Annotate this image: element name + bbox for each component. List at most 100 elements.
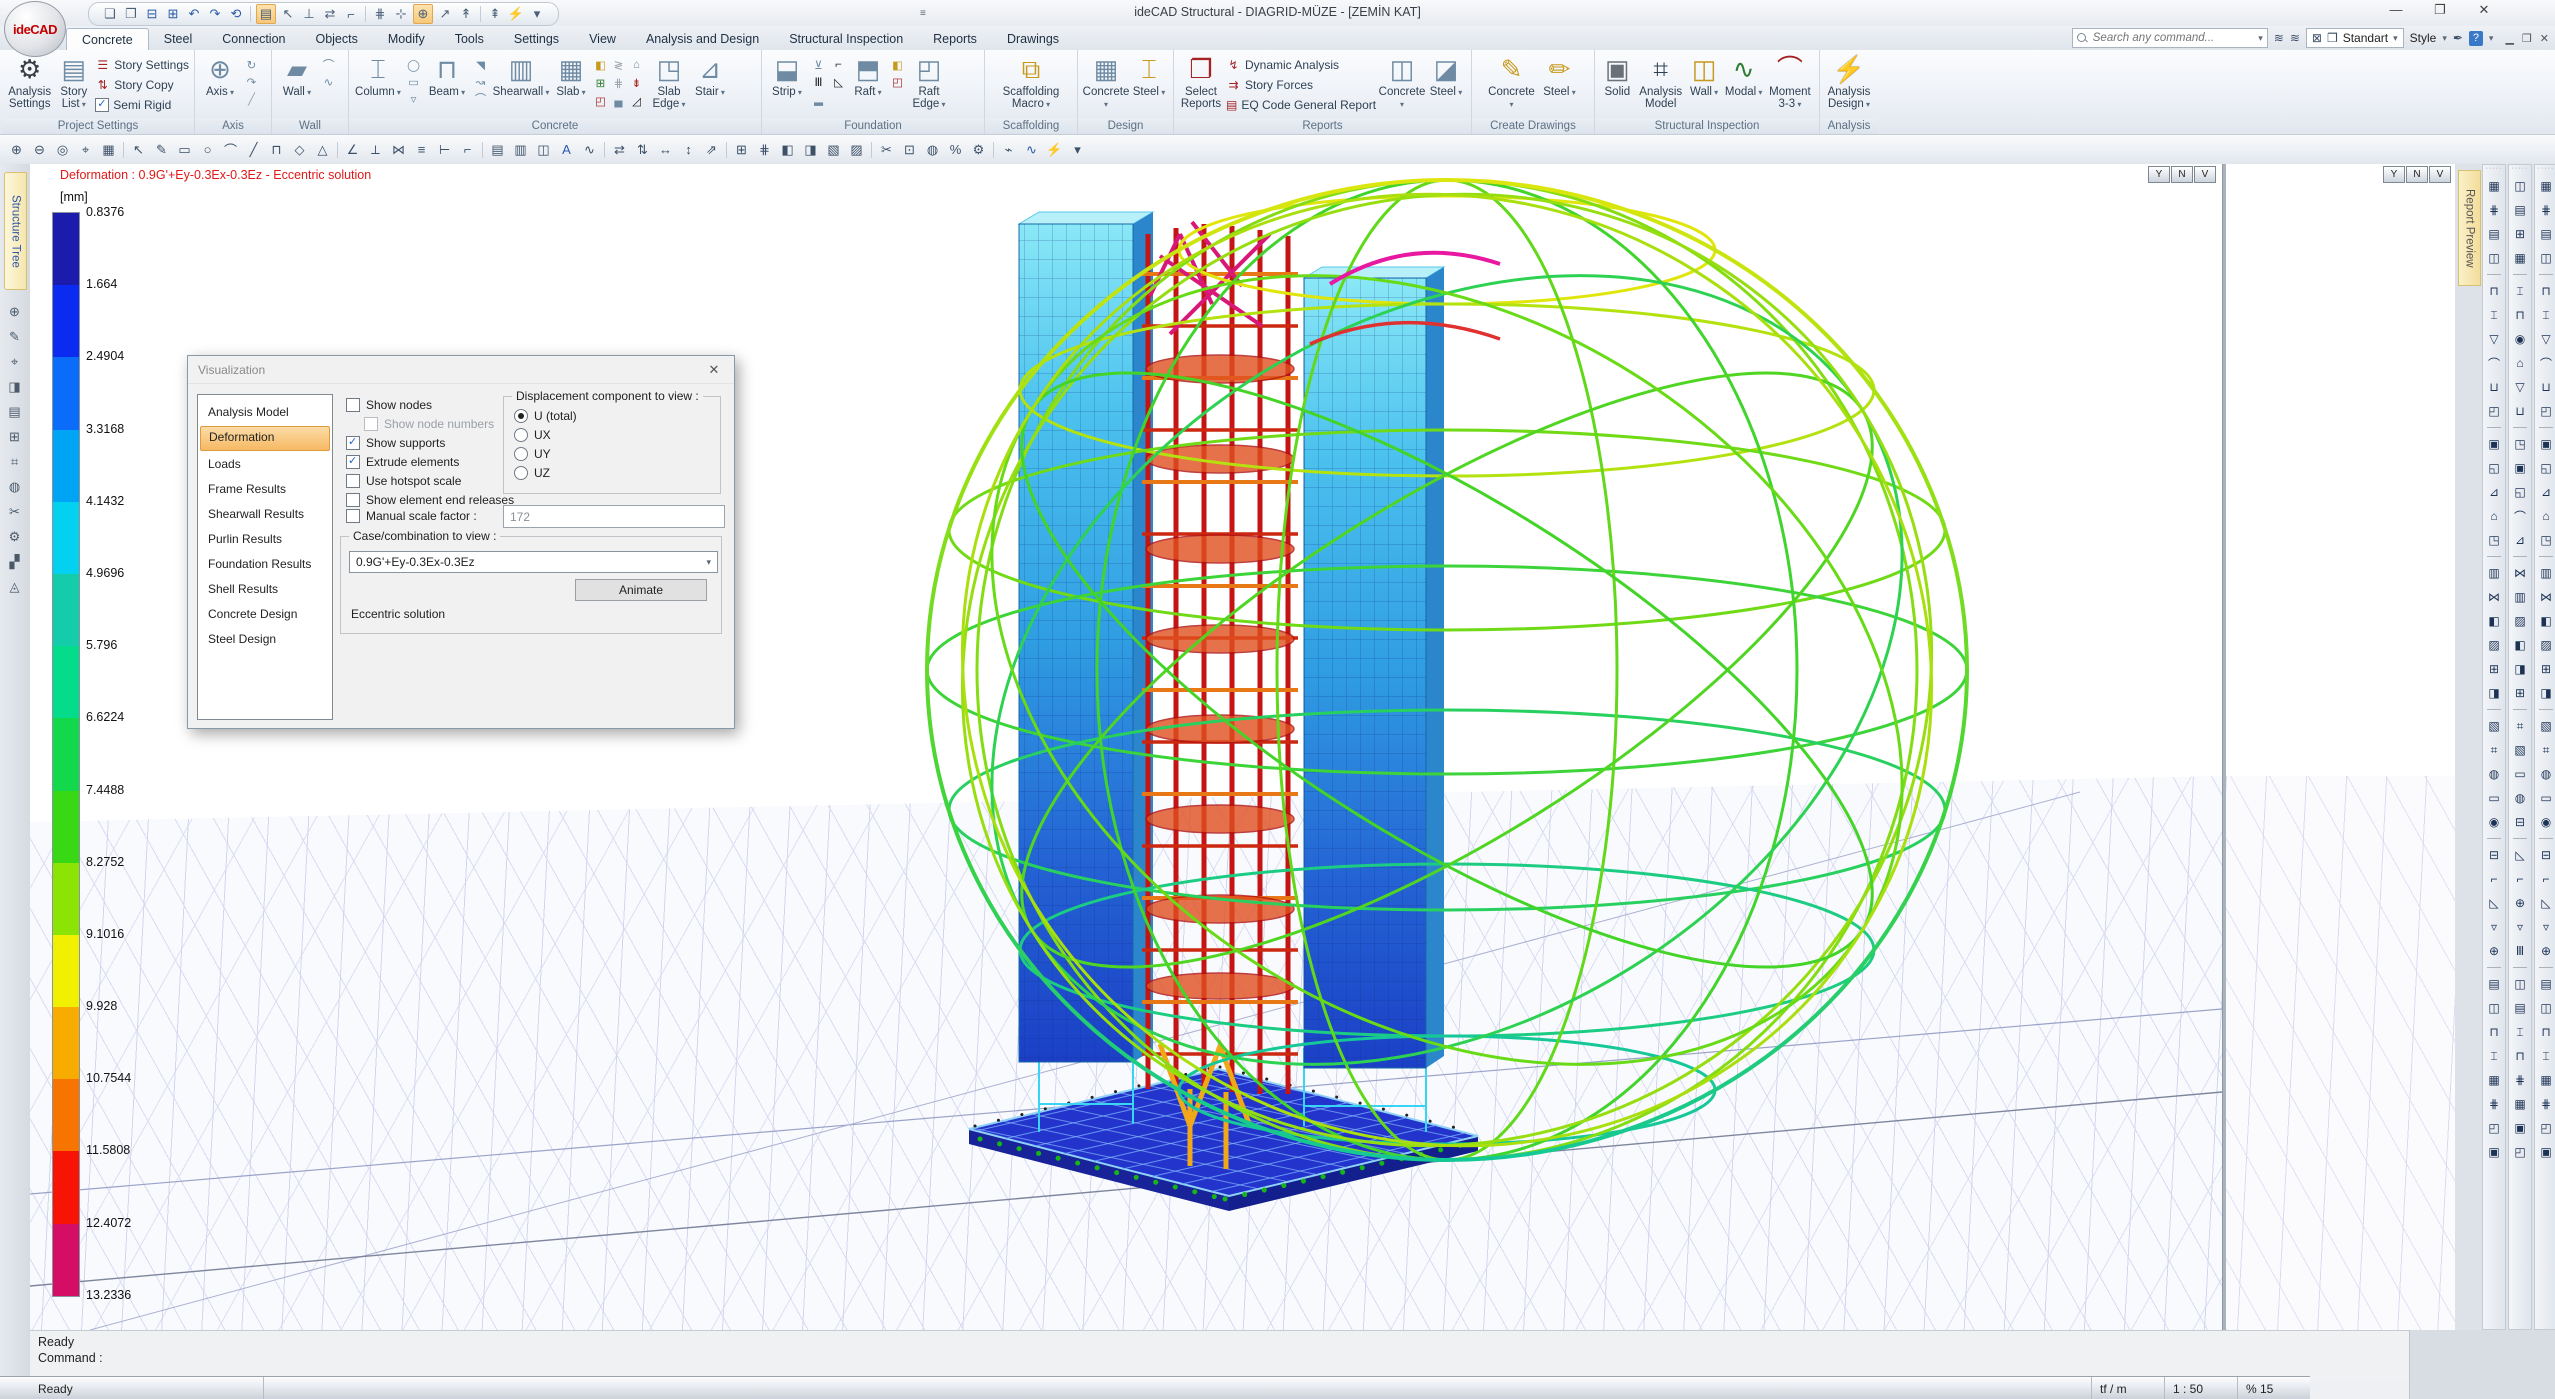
toolbar-icon[interactable]: ⊡ xyxy=(899,139,920,160)
right-toolbar-icon[interactable]: ⌒ xyxy=(2540,351,2552,375)
drawings-concrete-button[interactable]: ✎Concrete xyxy=(1487,53,1537,110)
ribbon-tab[interactable]: View xyxy=(574,28,631,50)
right-toolbar-icon[interactable]: ◫ xyxy=(2488,996,2499,1020)
right-toolbar-icon[interactable]: ⊕ xyxy=(2541,939,2551,963)
search-input[interactable] xyxy=(2091,31,2254,45)
left-toolbar-icon[interactable]: ◍ xyxy=(9,479,20,495)
right-toolbar-icon[interactable]: ▿ xyxy=(2543,915,2549,939)
layers-icon[interactable]: ≋ xyxy=(2274,31,2284,45)
right-toolbar-icon[interactable]: ◍ xyxy=(2541,762,2551,786)
right-toolbar-icon[interactable]: ⌶ xyxy=(2490,1044,2497,1068)
right-toolbar-icon[interactable]: ▽ xyxy=(2489,327,2498,351)
quick-access-icon[interactable]: ⋕ xyxy=(371,5,389,23)
quick-access-icon[interactable]: ▾ xyxy=(528,5,546,23)
displacement-radio[interactable]: UX xyxy=(514,428,577,442)
slab-tool-icon[interactable]: ◰ xyxy=(592,92,609,109)
quick-access-icon[interactable]: ↗ xyxy=(436,5,454,23)
moment-33-button[interactable]: ⌒Moment 3-3 xyxy=(1766,53,1814,110)
manual-scale-input[interactable] xyxy=(503,505,725,528)
right-toolbar-icon[interactable]: ◉ xyxy=(2515,327,2525,351)
right-toolbar-icon[interactable]: ◨ xyxy=(2514,657,2525,681)
ribbon-tab[interactable]: Connection xyxy=(207,28,300,50)
quick-access-icon[interactable]: ❏ xyxy=(101,5,119,23)
right-toolbar-icon[interactable]: ⊓ xyxy=(2541,1020,2550,1044)
inspection-wall-button[interactable]: ◫Wall xyxy=(1687,53,1722,98)
right-toolbar-icon[interactable]: ▿ xyxy=(2517,915,2523,939)
right-toolbar-icon[interactable]: ▤ xyxy=(2540,972,2551,996)
shearwall-button[interactable]: ▥Shearwall xyxy=(492,53,550,98)
right-toolbar-icon[interactable]: ◳ xyxy=(2540,528,2551,552)
option-checkbox[interactable]: Show element end releases xyxy=(346,493,514,506)
left-toolbar-icon[interactable]: ⌖ xyxy=(11,354,18,370)
design-concrete-button[interactable]: ▦Concrete xyxy=(1084,53,1128,110)
quick-access-icon[interactable]: ⇄ xyxy=(321,5,339,23)
case-combination-select[interactable]: 0.9G'+Ey-0.3Ex-0.3Ez ▾ xyxy=(349,551,718,573)
displacement-radio[interactable]: UY xyxy=(514,447,577,461)
option-checkbox[interactable]: Show nodes xyxy=(346,398,514,411)
right-toolbar-icon[interactable] xyxy=(2539,709,2553,710)
right-toolbar-icon[interactable]: ⌒ xyxy=(2488,351,2500,375)
right-toolbar-icon[interactable] xyxy=(2539,274,2553,275)
right-toolbar-icon[interactable]: ◫ xyxy=(2540,246,2551,270)
right-toolbar-icon[interactable]: ◧ xyxy=(2540,609,2551,633)
slab-tool-icon[interactable]: ⌂ xyxy=(628,56,645,73)
slab-tool-icon[interactable]: ▄ xyxy=(610,92,627,109)
viewport-control-button[interactable]: N xyxy=(2171,166,2193,183)
wall-button[interactable]: ▰Wall xyxy=(277,53,317,98)
layers-icon[interactable]: ≋ xyxy=(2290,31,2300,45)
right-toolbar-icon[interactable]: ▨ xyxy=(2488,633,2499,657)
select-reports-button[interactable]: ❐Select Reports xyxy=(1179,53,1223,110)
analysis-design-button[interactable]: ⚡Analysis Design xyxy=(1825,53,1873,110)
right-toolbar-icon[interactable]: ⊿ xyxy=(2489,480,2499,504)
right-toolbar-icon[interactable]: ▨ xyxy=(2514,609,2525,633)
right-toolbar-icon[interactable]: ⌒ xyxy=(2514,504,2526,528)
right-toolbar-icon[interactable]: ⊞ xyxy=(2541,657,2551,681)
toolbar-icon[interactable]: ⌐ xyxy=(457,139,478,160)
column-tool-icon[interactable]: ▿ xyxy=(405,90,422,107)
right-toolbar-icon[interactable]: ▿ xyxy=(2491,915,2497,939)
right-toolbar-icon[interactable] xyxy=(2539,838,2553,839)
displacement-radio[interactable]: U (total) xyxy=(514,409,577,423)
right-toolbar-icon[interactable] xyxy=(2487,556,2501,557)
toolbar-icon[interactable]: ⇅ xyxy=(632,139,653,160)
ribbon-tab[interactable]: Structural Inspection xyxy=(774,28,918,50)
right-toolbar-icon[interactable]: ⌶ xyxy=(2542,303,2549,327)
structure-tree-tab[interactable]: Structure Tree xyxy=(4,172,27,290)
ribbon-tab[interactable]: Reports xyxy=(918,28,992,50)
right-toolbar-icon[interactable]: ⋕ xyxy=(2489,1092,2499,1116)
toolbar-icon[interactable]: ⌖ xyxy=(75,139,96,160)
right-toolbar-icon[interactable]: ⊓ xyxy=(2515,303,2524,327)
ribbon-tab[interactable]: Concrete xyxy=(66,28,149,50)
main-3d-viewport[interactable]: Deformation : 0.9G'+Ey-0.3Ex-0.3Ez - Ecc… xyxy=(30,164,2222,1330)
quick-access-icon[interactable]: ↷ xyxy=(206,5,224,23)
slab-edge-button[interactable]: ◳Slab Edge xyxy=(649,53,689,110)
toolbar-icon[interactable]: ↔ xyxy=(655,139,676,160)
toolbar-icon[interactable] xyxy=(871,142,872,158)
secondary-viewport[interactable]: YNV xyxy=(2226,164,2455,1330)
ribbon-tab[interactable]: Steel xyxy=(149,28,208,50)
toolbar-icon[interactable] xyxy=(604,142,605,158)
report-preview-tab[interactable]: Report Preview xyxy=(2458,170,2481,286)
quick-access-icon[interactable]: ⊥ xyxy=(300,5,318,23)
right-toolbar-icon[interactable]: ▣ xyxy=(2540,1140,2551,1164)
right-toolbar-icon[interactable]: ⌶ xyxy=(2516,1020,2523,1044)
strip-tool-icon[interactable]: ⌐ xyxy=(830,56,847,73)
toolbar-icon[interactable]: ▨ xyxy=(846,139,867,160)
command-area[interactable]: Ready Command : xyxy=(30,1330,2555,1380)
column-tool-icon[interactable]: ◯ xyxy=(405,56,422,73)
slab-tool-icon[interactable]: ◧ xyxy=(592,56,609,73)
viewport-control-button[interactable]: N xyxy=(2406,166,2428,183)
right-toolbar-icon[interactable]: ⊟ xyxy=(2541,843,2551,867)
right-toolbar-icon[interactable]: ⌗ xyxy=(2517,714,2524,738)
right-toolbar-icon[interactable]: ▤ xyxy=(2488,972,2499,996)
right-toolbar-icon[interactable]: ▣ xyxy=(2514,456,2525,480)
quick-access-icon[interactable]: ⊕ xyxy=(413,4,433,24)
left-toolbar-icon[interactable]: ◨ xyxy=(8,379,20,395)
right-toolbar-icon[interactable]: ◨ xyxy=(2540,681,2551,705)
right-toolbar-icon[interactable]: ◰ xyxy=(2514,1140,2525,1164)
ribbon-tab[interactable]: Modify xyxy=(373,28,440,50)
axis-tool-icon[interactable]: ↷ xyxy=(243,73,260,90)
right-toolbar-icon[interactable]: ⊓ xyxy=(2489,279,2498,303)
list-item[interactable]: Steel Design xyxy=(200,628,330,651)
right-toolbar-icon[interactable]: ▽ xyxy=(2515,375,2524,399)
